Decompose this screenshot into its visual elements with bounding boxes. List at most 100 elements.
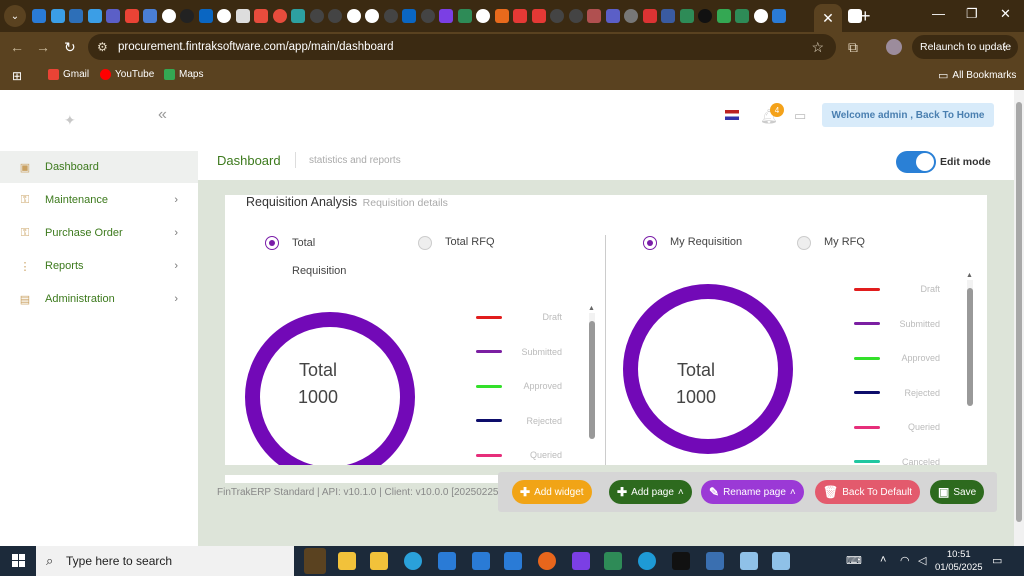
extensions-icon[interactable]: ⧉ [848,39,858,56]
app-icon[interactable] [740,552,758,570]
bookmark-gmail[interactable]: Gmail [48,69,89,80]
tab-favicon[interactable] [698,9,712,23]
tab-favicon[interactable] [531,9,546,23]
tab-favicon[interactable] [198,9,213,23]
tab-favicon[interactable] [87,9,102,23]
sidebar-item-purchase-order[interactable]: ⚿ Purchase Order › [0,217,198,249]
radio-my-requisition[interactable]: My Requisition [643,236,742,250]
radio-my-rfq[interactable]: My RFQ [797,236,865,250]
tab-favicon[interactable] [420,9,435,23]
tab-favicon[interactable] [402,9,416,23]
bookmark-maps[interactable]: Maps [164,69,203,80]
sidebar-item-dashboard[interactable]: ▣ Dashboard [0,151,198,183]
keyboard-icon[interactable]: ⌨ [846,554,862,567]
page-scroll-thumb[interactable] [1016,102,1022,522]
tab-favicon[interactable] [32,9,46,23]
reload-icon[interactable]: ↻ [64,39,76,56]
sidebar-item-administration[interactable]: ▤ Administration › [0,283,198,315]
sidebar-item-reports[interactable]: ⋮ Reports › [0,250,198,282]
tab-favicon[interactable] [642,9,657,23]
minimize-icon[interactable]: — [932,6,945,21]
terminal-icon[interactable] [672,552,690,570]
legend-item[interactable]: Canceled [854,457,940,465]
address-bar[interactable]: ⚙ procurement.fintraksoftware.com/app/ma… [88,34,836,60]
save-button[interactable]: ▣ Save [930,480,985,504]
scroll-up-icon[interactable]: ▲ [588,305,595,312]
remote-desktop-icon[interactable] [706,552,724,570]
tab-favicon[interactable] [679,9,694,23]
edge-icon[interactable] [638,552,656,570]
tab-favicon[interactable] [346,9,361,23]
legend-item[interactable]: Draft [854,284,940,294]
legend-item[interactable]: Queried [854,422,940,432]
legend-item[interactable]: Draft [476,312,562,322]
legend-item[interactable]: Approved [854,353,940,363]
tab-favicon[interactable] [439,9,453,23]
legend-item[interactable]: Submitted [476,347,562,357]
back-icon[interactable]: ← [10,39,24,55]
restore-icon[interactable]: ❐ [966,6,978,22]
tab-favicon[interactable] [513,9,527,23]
chat-icon[interactable]: ▭ [794,108,806,124]
vscode-icon[interactable] [504,552,522,570]
add-page-button[interactable]: ✚ Add page ˄ [609,480,692,504]
file-explorer-icon[interactable] [338,552,356,570]
apps-icon[interactable]: ⊞ [12,69,22,83]
tab-favicon[interactable] [716,9,731,23]
tab-favicon[interactable] [143,9,157,23]
all-bookmarks[interactable]: ▭ All Bookmarks [938,69,1016,82]
notifications-icon[interactable]: ▭ [992,554,1002,567]
tab-favicon[interactable] [494,9,509,23]
tab-favicon[interactable] [605,9,620,23]
tab-search-dropdown-icon[interactable]: ⌄ [4,5,26,27]
legend-item[interactable]: Rejected [476,416,562,426]
tab-favicon[interactable] [217,9,231,23]
us-flag-icon[interactable] [725,110,739,120]
tab-favicon[interactable] [161,9,176,23]
site-info-icon[interactable]: ⚙ [97,34,108,60]
tab-favicon[interactable] [383,9,398,23]
notepad-plus-icon[interactable] [604,552,622,570]
firefox-icon[interactable] [538,552,556,570]
scroll-thumb[interactable] [967,288,973,406]
tab-favicon[interactable] [587,9,601,23]
windows-start-icon[interactable] [12,554,25,567]
vscode-icon[interactable] [438,552,456,570]
tab-favicon[interactable] [180,9,194,23]
tab-favicon[interactable] [328,9,342,23]
telegram-icon[interactable] [404,552,422,570]
tab-favicon[interactable] [550,9,564,23]
edit-mode-toggle[interactable] [896,151,936,173]
tab-favicon[interactable] [661,9,675,23]
radio-total-requisition[interactable]: Total Requisition [265,236,346,278]
active-tab-close-icon[interactable]: ✕ [814,4,842,32]
file-explorer-icon[interactable] [370,552,388,570]
tray-chevron-up-icon[interactable]: ˄ [880,554,886,566]
tab-favicon[interactable] [69,9,83,23]
tab-favicon[interactable] [365,9,379,23]
tab-favicon[interactable] [124,9,139,23]
relaunch-button[interactable]: Relaunch to update ⋮ [912,35,1018,59]
tab-favicon[interactable] [272,9,287,23]
legend-item[interactable]: Queried [476,450,562,460]
volume-icon[interactable]: ◁ [918,554,926,567]
rename-page-button[interactable]: ✎ Rename page ˄ [701,480,804,504]
legend-scrollbar[interactable]: ▲ [966,272,973,406]
legend-item[interactable]: Approved [476,381,562,391]
more-icon[interactable]: ⋮ [1000,35,1011,59]
tab-favicon[interactable] [735,9,749,23]
sidebar-item-maintenance[interactable]: ⚿ Maintenance › [0,184,198,216]
tab-favicon[interactable] [476,9,490,23]
forward-icon[interactable]: → [36,39,50,55]
legend-item[interactable]: Submitted [854,319,940,329]
tab-favicon[interactable] [106,9,120,23]
scroll-up-icon[interactable]: ▲ [966,272,973,279]
radio-total-rfq[interactable]: Total RFQ [418,236,495,250]
add-widget-button[interactable]: ✚ Add widget [512,480,592,504]
wifi-icon[interactable]: ◠ [900,554,910,567]
profile-avatar[interactable] [886,39,902,55]
bookmark-star-icon[interactable]: ☆ [811,34,824,60]
chrome-taskbar-icon[interactable] [304,548,326,574]
tab-favicon[interactable] [50,9,65,23]
legend-item[interactable]: Rejected [854,388,940,398]
